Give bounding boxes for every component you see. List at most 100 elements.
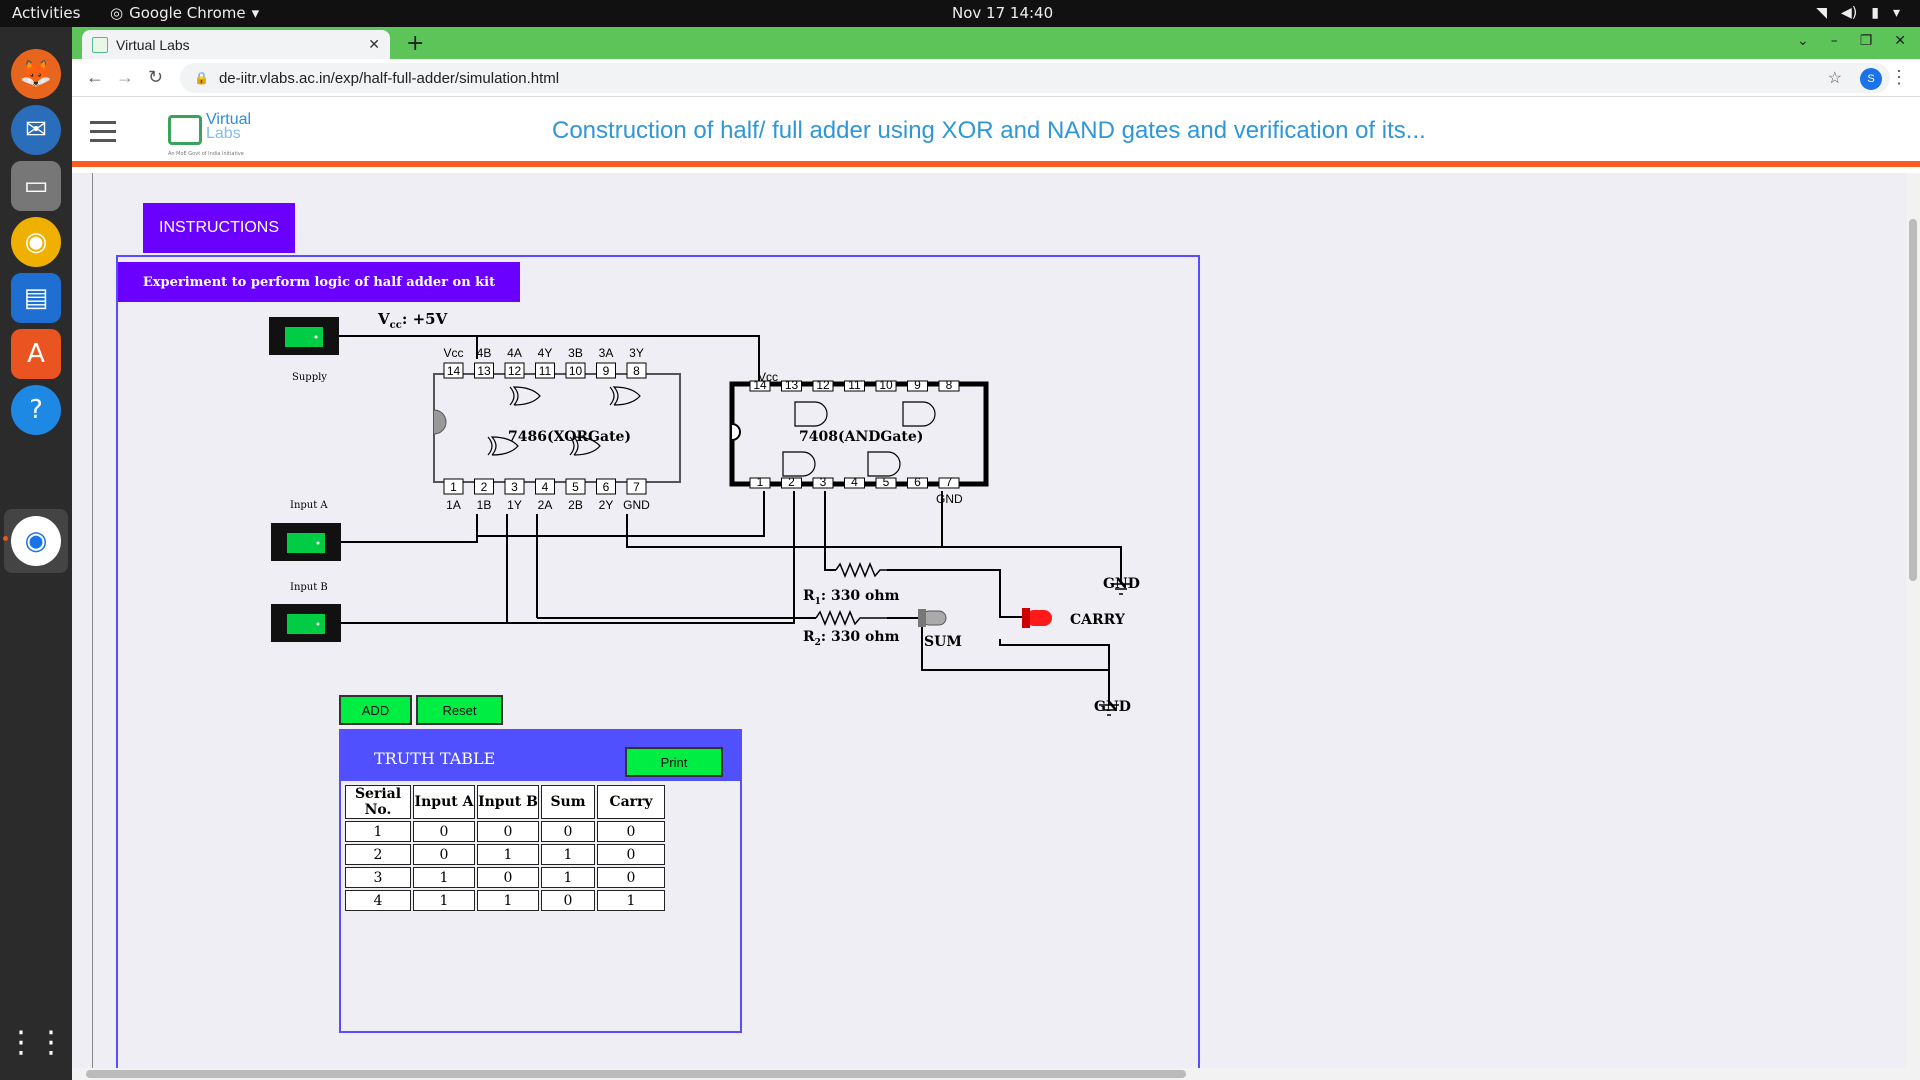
r1-label: R1: 330 ohm [803, 588, 900, 607]
pin-label: 3A [599, 346, 614, 360]
pin-label: 2Y [599, 498, 614, 512]
back-icon[interactable]: ← [86, 67, 104, 88]
close-icon[interactable]: ✕ [368, 36, 380, 53]
menu-kebab-icon[interactable]: ⋮ [1890, 67, 1908, 88]
pin-number: 1 [450, 480, 457, 494]
table-cell: 1 [477, 844, 539, 865]
chrome-icon[interactable]: ◉ [11, 516, 61, 566]
column-header: Input B [477, 785, 539, 819]
pin-number: 9 [603, 364, 610, 378]
horizontal-scroll-thumb[interactable] [86, 1070, 1186, 1078]
hamburger-menu-icon[interactable] [90, 121, 116, 148]
table-cell: 0 [597, 844, 665, 865]
table-cell: 3 [345, 867, 411, 888]
table-row: 31010 [345, 867, 665, 888]
content-divider [92, 173, 93, 1080]
thunderbird-icon[interactable]: ✉ [11, 105, 61, 155]
lock-icon[interactable]: 🔒 [194, 71, 209, 85]
pin-number: 7 [946, 475, 953, 489]
table-cell: 0 [541, 821, 595, 842]
column-header: Carry [597, 785, 665, 819]
show-apps-icon[interactable]: ⋮⋮ [6, 1017, 66, 1067]
browser-window: Virtual Labs ✕ + ⌄ – ❐ ✕ ← → ↻ 🔒 de-iitr… [72, 27, 1920, 1080]
instructions-button[interactable]: INSTRUCTIONS [143, 203, 295, 253]
print-button[interactable]: Print [625, 747, 723, 777]
pin-number: 4 [542, 480, 549, 494]
app-menu-label: Google Chrome [129, 4, 246, 22]
help-icon[interactable]: ? [11, 385, 61, 435]
table-cell: 0 [477, 867, 539, 888]
table-row: 41101 [345, 890, 665, 911]
table-cell: 1 [597, 890, 665, 911]
gnd-label-2: GND [1094, 699, 1131, 715]
input-a-label: Input A [290, 500, 328, 511]
activities-button[interactable]: Activities [12, 4, 80, 22]
table-cell: 0 [413, 821, 475, 842]
pin-label: GND [623, 498, 650, 512]
pin-number: 8 [633, 364, 640, 378]
sum-led [918, 609, 947, 627]
horizontal-scrollbar[interactable] [72, 1068, 1906, 1080]
app-menu[interactable]: ◎ Google Chrome ▾ [110, 4, 259, 22]
rhythmbox-icon[interactable]: ◉ [11, 217, 61, 267]
vertical-scrollbar[interactable] [1906, 173, 1920, 1080]
tab-search-icon[interactable]: ⌄ [1797, 33, 1809, 49]
pin-label: 2B [568, 498, 583, 512]
new-tab-button[interactable]: + [406, 31, 424, 56]
pin-number: 10 [879, 378, 893, 392]
files-icon[interactable]: ▭ [11, 161, 61, 211]
writer-icon[interactable]: ▤ [11, 273, 61, 323]
software-center-icon[interactable]: A [11, 329, 61, 379]
tab-virtual-labs[interactable]: Virtual Labs ✕ [82, 30, 390, 59]
pin-number: 3 [820, 475, 827, 489]
wifi-icon: ◥ [1816, 5, 1828, 21]
pin-number: 10 [569, 364, 583, 378]
vertical-scroll-thumb[interactable] [1909, 219, 1917, 581]
pin-label: 4B [477, 346, 492, 360]
input-a-switch[interactable] [271, 523, 341, 561]
minimize-icon[interactable]: – [1831, 33, 1838, 49]
profile-avatar[interactable]: S [1860, 68, 1882, 90]
clock[interactable]: Nov 17 14:40 [952, 4, 1053, 22]
close-window-icon[interactable]: ✕ [1894, 33, 1906, 49]
table-cell: 1 [413, 890, 475, 911]
page-viewport: Virtual Labs An MoE Govt of India Initiat… [72, 97, 1920, 1080]
input-b-switch[interactable] [271, 604, 341, 642]
table-cell: 0 [477, 821, 539, 842]
pin-label: 3Y [629, 346, 644, 360]
and-gnd-label: GND [936, 492, 963, 506]
table-row: 10000 [345, 821, 665, 842]
chrome-small-icon: ◎ [110, 4, 124, 22]
pin-number: 2 [788, 475, 795, 489]
bookmark-star-icon[interactable]: ☆ [1828, 68, 1842, 88]
pin-number: 11 [539, 364, 552, 378]
forward-icon[interactable]: → [116, 67, 134, 88]
reload-icon[interactable]: ↻ [148, 67, 163, 88]
url-field[interactable]: 🔒 de-iitr.vlabs.ac.in/exp/half-full-adde… [180, 63, 1890, 93]
table-cell: 2 [345, 844, 411, 865]
add-button[interactable]: ADD [339, 695, 412, 725]
ic-7408-and: 14 13 12 11 10 9 8 1234567 Vcc GND 7408(ANDGat… [729, 370, 989, 506]
system-tray[interactable]: ◥ ◀) ▮ ▾ [1816, 5, 1900, 21]
pin-label: 1Y [507, 498, 522, 512]
carry-label: CARRY [1070, 612, 1126, 628]
window-controls: ⌄ – ❐ ✕ [1797, 33, 1906, 49]
pin-label: 4A [507, 346, 522, 360]
logo-tagline: An MoE Govt of India Initiative [168, 151, 244, 157]
address-bar: ← → ↻ 🔒 de-iitr.vlabs.ac.in/exp/half-ful… [72, 59, 1920, 97]
pin-number: 7 [633, 480, 640, 494]
firefox-icon[interactable]: 🦊 [11, 49, 61, 99]
restore-icon[interactable]: ❐ [1860, 33, 1873, 49]
chevron-down-icon: ▾ [1892, 5, 1900, 21]
supply-switch[interactable] [269, 317, 339, 355]
resistor-r2 [815, 610, 887, 626]
pin-number: 1 [757, 475, 764, 489]
pin-number: 6 [914, 475, 921, 489]
pin-number: 2 [481, 480, 488, 494]
pin-number: 12 [508, 364, 522, 378]
virtual-labs-logo[interactable]: Virtual Labs An MoE Govt of India Initiat… [168, 107, 258, 157]
supply-label: Supply [292, 372, 327, 383]
pin-number: 4 [851, 475, 858, 489]
table-cell: 1 [345, 821, 411, 842]
reset-button[interactable]: Reset [416, 695, 503, 725]
